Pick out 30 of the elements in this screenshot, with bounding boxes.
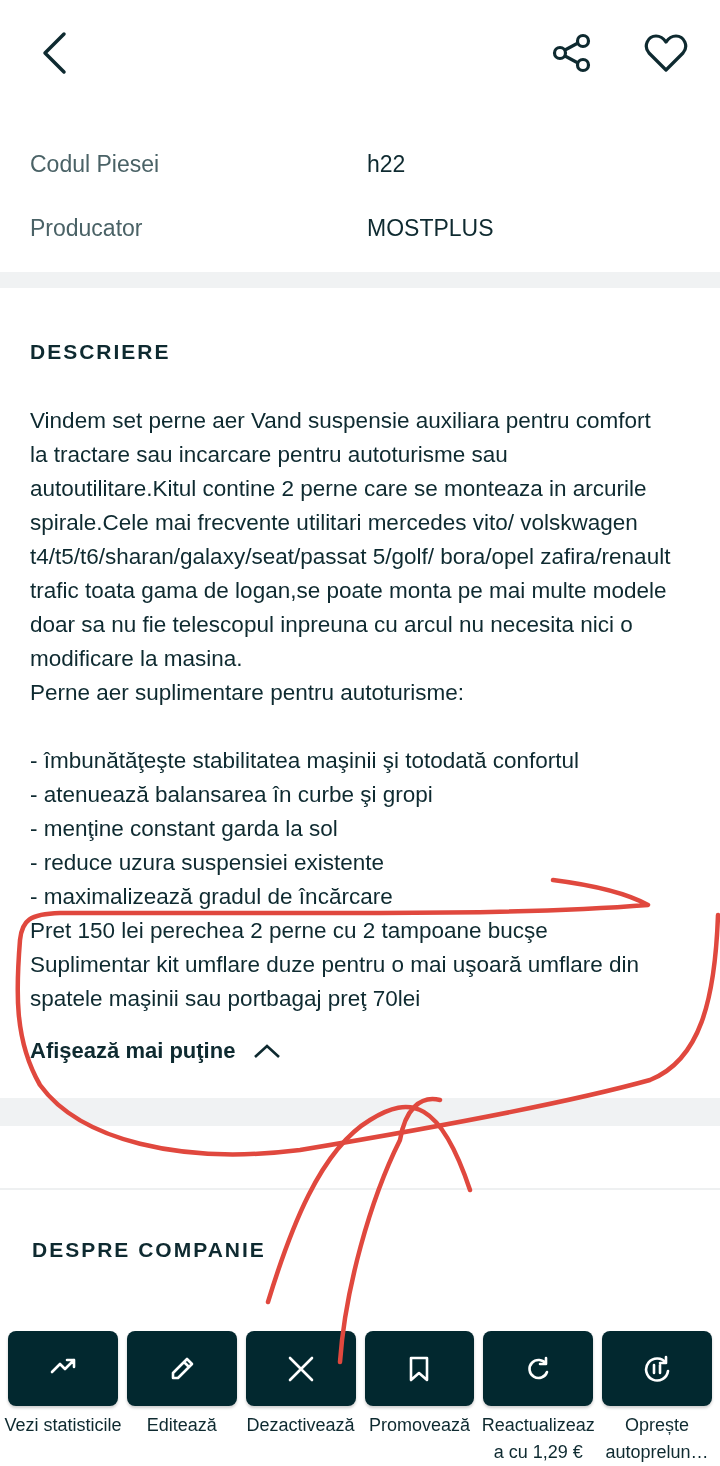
action-button[interactable] <box>602 1331 712 1406</box>
action-label: Editează <box>145 1414 218 1437</box>
show-less-link[interactable]: Afişează mai puţine <box>30 1038 282 1064</box>
spec-value: MOSTPLUS <box>367 214 494 242</box>
action-label: Reactualizeaza cu 1,29 € <box>480 1414 596 1464</box>
description-text: - menţine constant garda la sol <box>30 815 339 843</box>
description-text: Pret 150 lei perechea 2 perne cu 2 tampoane bucşe <box>30 917 549 945</box>
spec-label: Codul Piesei <box>30 150 161 178</box>
action-button[interactable] <box>483 1331 594 1406</box>
spec-label: Producator <box>30 214 144 242</box>
chevron-up-icon <box>253 1043 282 1059</box>
section-title: DESCRIERE <box>30 340 172 364</box>
description-text: - îmbunătăţeşte stabilitatea maşinii şi totodată confortul <box>30 747 581 775</box>
spec-value: h22 <box>367 150 406 178</box>
description-text: Perne aer suplimentare pentru autoturisme: <box>30 679 465 707</box>
description-text: Vindem set perne aer Vand suspensie auxiliara pentru comfort la tractare sau incarcare pentru autoturisme sau autoutilitare.Kitul contine 2 perne care se monteaza in arcurile spirale.Cele mai frecvente utilitari mercedes vito/ volskwagen t4/t5/t6/sharan/galaxy/seat/passat 5/golf/ bora/opel zafira/renault trafic toata gama de logan,se poate monta pe mai multe modele doar sa nu fie telescopul inpreuna cu arcul nu necesita nici o modificare la masina. <box>30 407 672 673</box>
close-icon <box>286 1354 315 1383</box>
action-button[interactable] <box>126 1331 237 1406</box>
description-text: - atenuează balansarea în curbe şi gropi <box>30 781 434 809</box>
action-label: Oprește autoprelun… <box>604 1414 710 1464</box>
description-text: Suplimentar kit umflare duze pentru o mai uşoară umflare din spatele maşinii sau portbagaj preţ 70lei <box>30 951 641 1013</box>
pause-icon <box>643 1354 672 1383</box>
action-label: Vezi statisticile <box>3 1414 123 1437</box>
action-label: Dezactivează <box>245 1414 356 1437</box>
description-text: - maximalizează gradul de încărcare <box>30 883 394 911</box>
description-text: - reduce uzura suspensiei existente <box>30 849 385 877</box>
action-label: Promovează <box>367 1414 471 1437</box>
action-button[interactable] <box>245 1331 356 1406</box>
action-button[interactable] <box>364 1331 475 1406</box>
section-title: DESPRE COMPANIE <box>32 1238 267 1262</box>
